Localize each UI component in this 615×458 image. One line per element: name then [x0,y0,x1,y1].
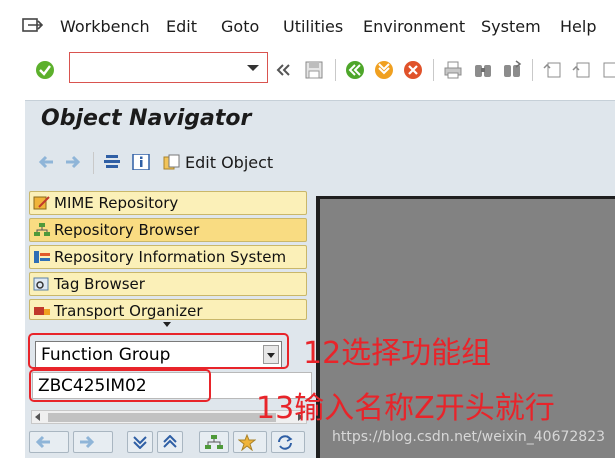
menu-goto[interactable]: Goto [221,17,259,36]
menu-help[interactable]: Help [560,17,596,36]
next-page-icon[interactable] [598,60,615,80]
menu-icon[interactable] [22,16,44,34]
repository-browser-icon [34,223,50,236]
arrow-left-icon[interactable] [37,154,55,170]
tree-icon [205,435,223,449]
next-object-button[interactable] [73,431,113,453]
previous-page-icon[interactable] [571,60,591,80]
menu-workbench[interactable]: Workbench [60,17,150,36]
command-field[interactable] [69,52,268,83]
nav-button-repository-information-system[interactable]: Repository Information System [29,245,307,269]
nav-button-label: Transport Organizer [54,302,203,320]
nav-button-tag-browser[interactable]: Tag Browser [29,272,307,296]
refresh-icon [278,435,293,450]
annotation-highlight-select [28,333,289,369]
menu-bar: Workbench Edit Goto Utilities Environmen… [0,0,615,52]
toolbar-separator [335,59,336,81]
expand-icon [163,435,177,448]
nav-button-transport-organizer[interactable]: Transport Organizer [29,299,307,320]
information-system-icon [34,251,50,263]
collapse-icon [133,436,147,449]
toolbar-separator [93,152,94,174]
hierarchy-button[interactable] [199,431,229,453]
page-title: Object Navigator [41,106,252,131]
find-icon[interactable] [473,60,493,80]
expand-button[interactable] [157,431,183,453]
nav-button-label: Repository Browser [54,221,200,239]
collapse-button[interactable] [127,431,153,453]
star-icon [238,434,256,451]
find-next-icon[interactable] [502,60,522,80]
save-icon[interactable] [304,60,324,80]
application-toolbar [25,146,615,180]
watermark: https://blog.csdn.net/weixin_40672823 [332,429,606,445]
annotation-step-13: 13输入名称Z开头就行 [256,391,555,426]
previous-object-button[interactable] [29,431,69,453]
refresh-button[interactable] [271,431,305,453]
menu-utilities[interactable]: Utilities [283,17,343,36]
nav-button-mime-repository[interactable]: MIME Repository [29,191,307,215]
tag-browser-icon [33,277,49,291]
arrow-left-icon [35,435,50,449]
nav-button-repository-browser[interactable]: Repository Browser [29,218,307,242]
nav-button-label: MIME Repository [54,194,179,212]
enter-check-icon[interactable] [35,60,55,80]
navigator-toolbar [29,428,309,458]
transport-organizer-icon [34,307,50,315]
chevron-down-icon[interactable] [247,65,259,71]
nav-button-label: Repository Information System [54,248,287,266]
hierarchy-icon[interactable] [103,154,121,170]
edit-object-button[interactable]: Edit Object [185,153,273,172]
toolbar-separator [532,59,533,81]
menu-edit[interactable]: Edit [166,17,197,36]
first-page-icon[interactable] [542,60,562,80]
nav-button-label: Tag Browser [54,275,145,293]
scroll-left-icon[interactable] [35,413,40,421]
scrollbar-thumb[interactable] [48,413,276,422]
annotation-step-12: 12选择功能组 [303,336,492,371]
expand-navigator-icon[interactable] [163,322,171,327]
cancel-icon[interactable] [403,60,423,80]
print-icon[interactable] [443,60,463,80]
menu-environment[interactable]: Environment [363,17,465,36]
edit-object-icon[interactable] [163,154,181,170]
arrow-right-icon [80,435,95,449]
double-chevron-left-icon[interactable] [275,60,291,80]
favorites-button[interactable] [233,431,267,453]
annotation-highlight-input [29,369,211,402]
back-icon[interactable] [345,60,365,80]
arrow-right-icon[interactable] [64,154,82,170]
info-icon[interactable] [132,154,150,170]
toolbar-separator [433,59,434,81]
exit-icon[interactable] [374,60,394,80]
mime-repository-icon [33,196,50,210]
menu-system[interactable]: System [481,17,541,36]
